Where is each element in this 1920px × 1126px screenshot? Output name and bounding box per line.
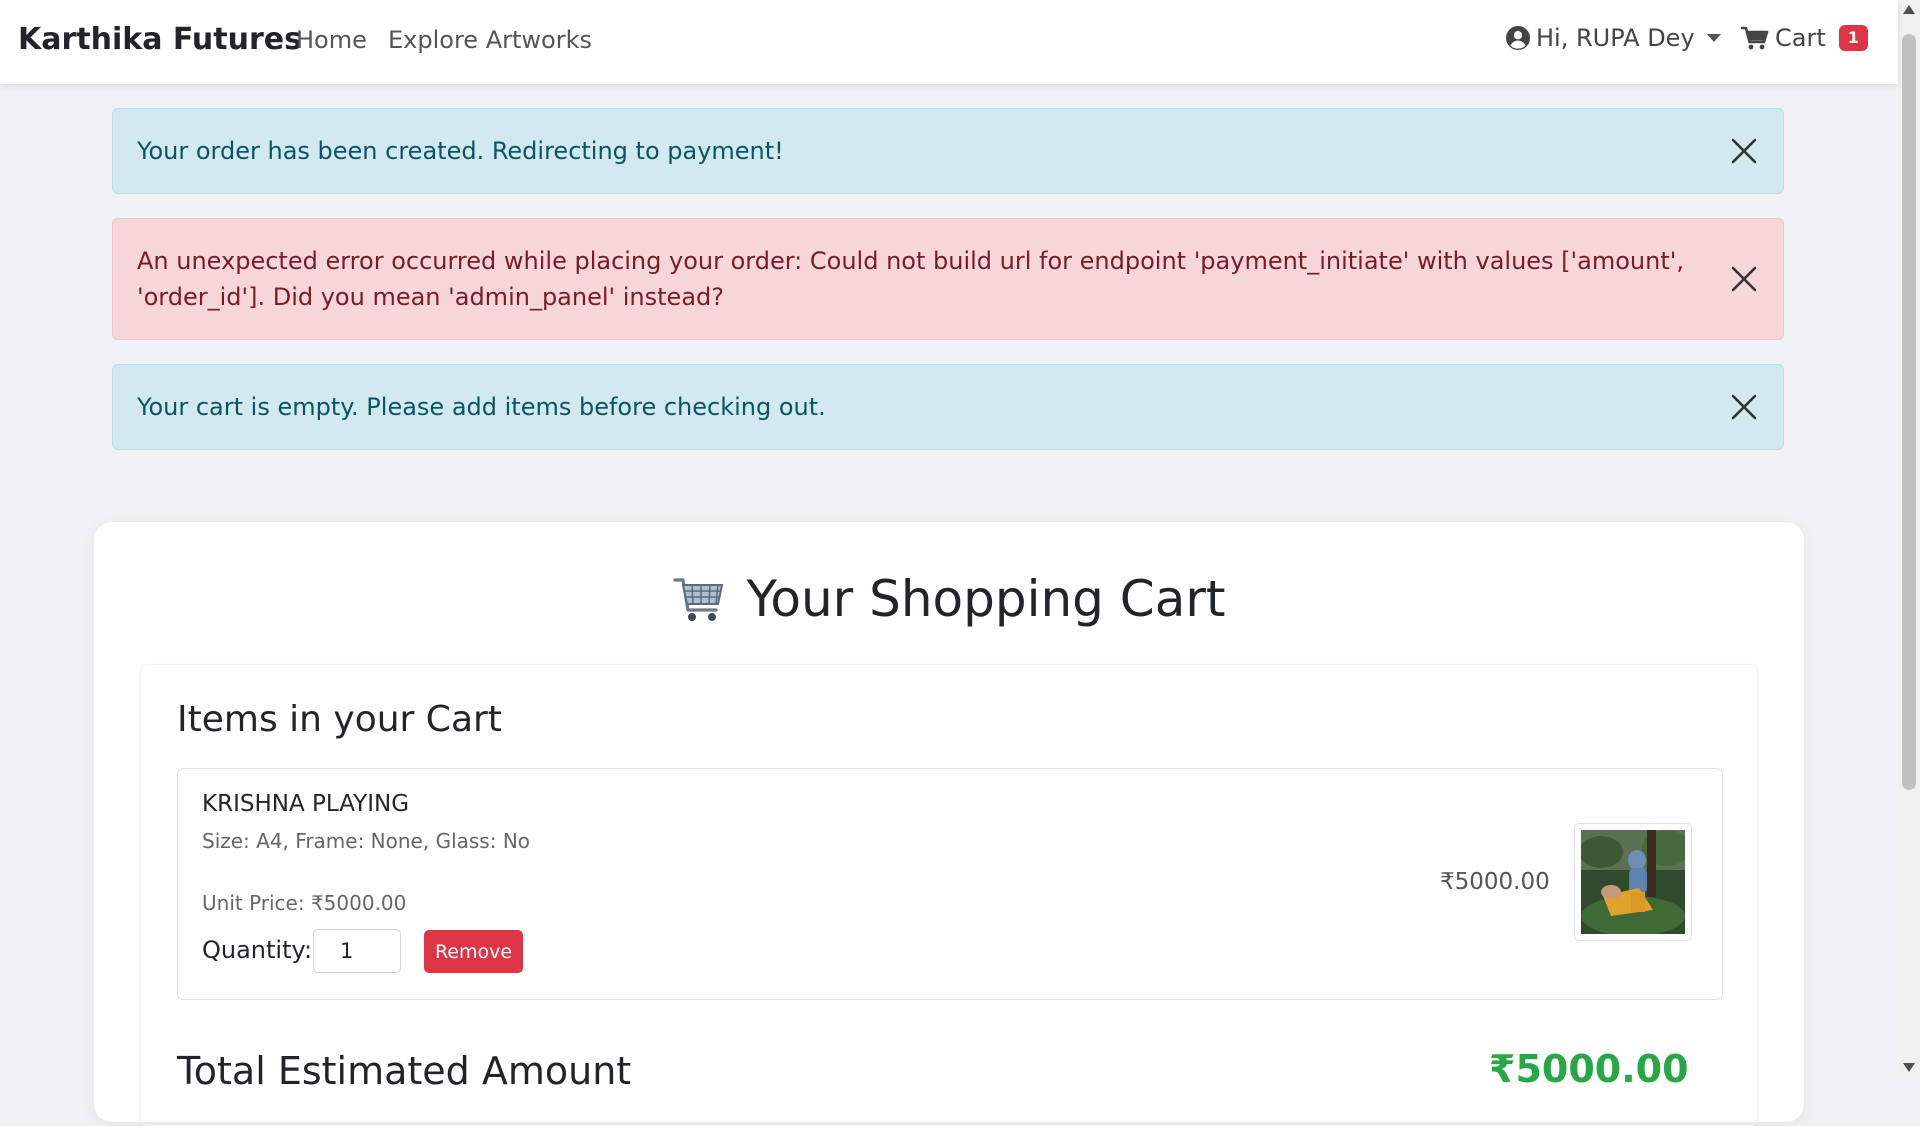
scrollbar-thumb[interactable] [1902, 34, 1916, 790]
item-name: KRISHNA PLAYING [202, 791, 410, 817]
alert-order-error: An unexpected error occurred while placi… [112, 218, 1784, 340]
page-title: Your Shopping Cart [94, 570, 1804, 628]
quantity-input[interactable] [313, 929, 401, 973]
item-line-total: ₹5000.00 [1440, 869, 1550, 895]
item-thumbnail[interactable] [1574, 823, 1692, 941]
cart-container: Your Shopping Cart Items in your Cart KR… [94, 522, 1804, 1126]
shopping-cart-icon [1741, 26, 1769, 50]
close-icon[interactable] [1729, 136, 1759, 166]
artwork-thumbnail-image [1581, 830, 1685, 934]
cart-item: KRISHNA PLAYING Size: A4, Frame: None, G… [177, 768, 1723, 1000]
alert-message: An unexpected error occurred while placi… [137, 247, 1684, 311]
nav-link-home[interactable]: Home [296, 26, 367, 54]
cart-label: Cart [1775, 24, 1826, 52]
items-heading: Items in your Cart [177, 699, 502, 740]
alert-cart-empty: Your cart is empty. Please add items bef… [112, 364, 1784, 450]
cart-title-text: Your Shopping Cart [746, 570, 1226, 628]
cart-link[interactable]: Cart 1 [1741, 24, 1868, 52]
cart-count-badge: 1 [1838, 25, 1868, 51]
page-scrollbar[interactable] [1898, 0, 1920, 1080]
alert-message: Your order has been created. Redirecting… [137, 137, 784, 165]
item-details: Size: A4, Frame: None, Glass: No [202, 829, 531, 853]
scroll-down-arrow-icon[interactable] [1903, 1063, 1915, 1072]
total-label: Total Estimated Amount [177, 1049, 632, 1093]
navbar: Karthika Futures Home Explore Artworks H… [0, 0, 1898, 84]
user-circle-icon [1506, 26, 1530, 50]
brand-logo[interactable]: Karthika Futures [18, 22, 302, 57]
user-dropdown-toggle[interactable]: Hi, RUPA Dey [1506, 24, 1721, 52]
alert-order-created: Your order has been created. Redirecting… [112, 108, 1784, 194]
remove-button[interactable]: Remove [424, 930, 523, 973]
alert-message: Your cart is empty. Please add items bef… [137, 393, 826, 421]
quantity-label: Quantity: [202, 936, 313, 964]
user-greeting: Hi, RUPA Dey [1536, 24, 1695, 52]
shopping-cart-emoji-icon [673, 578, 724, 621]
item-unit-price: Unit Price: ₹5000.00 [202, 891, 407, 915]
total-amount: ₹5000.00 [1489, 1047, 1689, 1091]
close-icon[interactable] [1729, 264, 1759, 294]
nav-link-explore-artworks[interactable]: Explore Artworks [388, 26, 592, 54]
cart-items-section: Items in your Cart KRISHNA PLAYING Size:… [140, 664, 1758, 1126]
scroll-up-arrow-icon[interactable] [1903, 5, 1915, 14]
close-icon[interactable] [1729, 392, 1759, 422]
chevron-down-icon [1706, 34, 1721, 42]
